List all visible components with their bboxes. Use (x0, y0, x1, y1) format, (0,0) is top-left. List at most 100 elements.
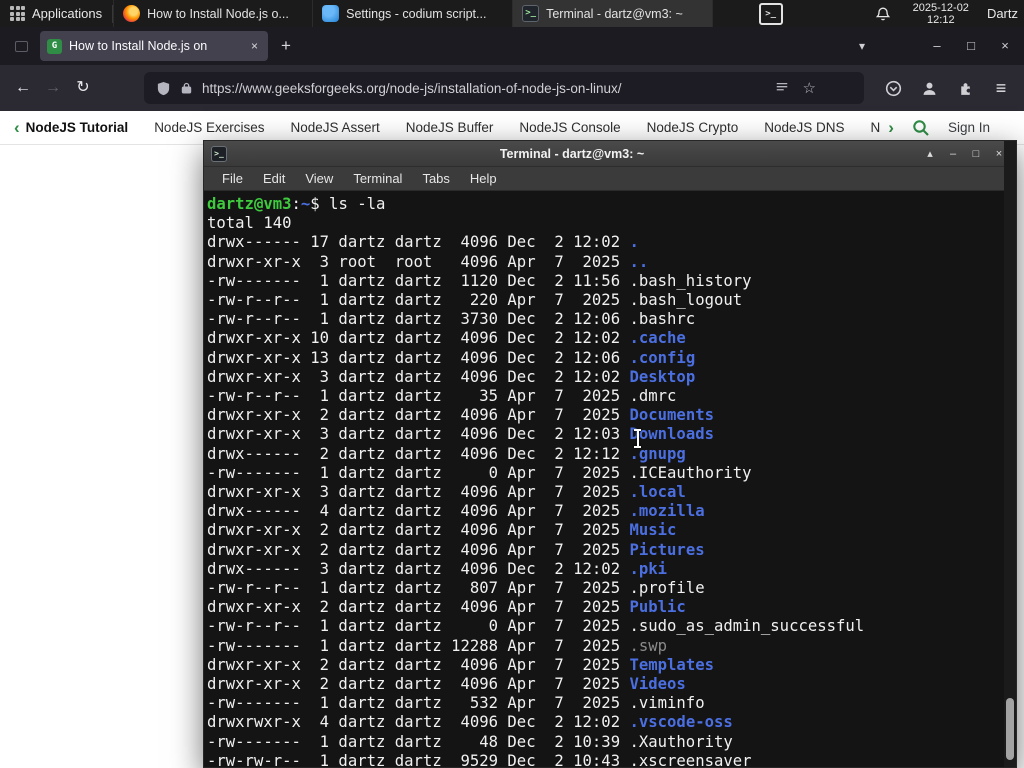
clock-date: 2025-12-02 (912, 1, 969, 14)
terminal-line: -rw------- 1 dartz dartz 0 Apr 7 2025 .I… (207, 463, 752, 482)
terminal-line: -rw------- 1 dartz dartz 48 Dec 2 10:39 … (207, 732, 733, 751)
terminal-line: drwxrwxr-x 4 dartz dartz 4096 Dec 2 12:0… (207, 713, 733, 732)
system-tray: >_ (758, 2, 783, 25)
account-button[interactable] (914, 73, 944, 103)
tray-terminal-icon[interactable]: >_ (758, 2, 783, 25)
search-icon[interactable] (912, 119, 930, 137)
terminal-line: drwxr-xr-x 3 root root 4096 Apr 7 2025 .… (207, 252, 649, 271)
terminal-line: drwx------ 4 dartz dartz 4096 Apr 7 2025… (207, 502, 705, 521)
terminal-titlebar[interactable]: >_ Terminal - dartz@vm3: ~ ▴ – □ × (204, 141, 1016, 167)
browser-tab[interactable]: G How to Install Node.js on × (40, 31, 268, 61)
codium-icon (322, 5, 340, 22)
tab-close-button[interactable]: × (248, 38, 261, 54)
terminal-line: drwxr-xr-x 13 dartz dartz 4096 Dec 2 12:… (207, 348, 696, 367)
clock[interactable]: 2025-12-02 12:12 (913, 2, 969, 26)
terminal-line: drwxr-xr-x 3 dartz dartz 4096 Dec 2 12:0… (207, 425, 714, 444)
account-icon (923, 82, 935, 95)
list-tabs-button[interactable]: ▾ (848, 39, 876, 53)
site-nav-item[interactable]: Node (871, 120, 881, 135)
new-tab-button[interactable]: + (273, 33, 299, 59)
nav-toolbar: ← → ↻ https://www.geeksforgeeks.org/node… (0, 65, 1024, 111)
site-favicon: G (47, 38, 62, 54)
desktop: Applications How to Install Node.js o...… (0, 0, 1024, 768)
extensions-button[interactable] (950, 73, 980, 103)
terminal-menubar: File Edit View Terminal Tabs Help (204, 167, 1016, 191)
applications-menu[interactable]: Applications (0, 0, 112, 27)
extensions-icon (960, 82, 970, 95)
pocket-button[interactable] (878, 73, 908, 103)
taskbar-button-label: How to Install Node.js o... (147, 6, 289, 21)
username: Dartz (986, 6, 1018, 21)
terminal-line: drwx------ 2 dartz dartz 4096 Dec 2 12:1… (207, 444, 686, 463)
chevron-left-icon: ‹ (14, 119, 20, 136)
menu-item-view[interactable]: View (295, 167, 343, 190)
terminal-line: -rw-r--r-- 1 dartz dartz 35 Apr 7 2025 .… (207, 387, 677, 406)
chevron-right-icon[interactable]: › (888, 119, 894, 136)
mouse-cursor (632, 429, 643, 448)
taskbar-button-label: Settings - codium script... (346, 6, 487, 21)
terminal-line: total 140 (207, 214, 292, 233)
url-bar[interactable]: https://www.geeksforgeeks.org/node-js/in… (144, 72, 864, 104)
forward-button[interactable]: → (38, 73, 68, 103)
menu-item-file[interactable]: File (212, 167, 253, 190)
firefox-view-button[interactable] (8, 33, 34, 59)
menu-item-tabs[interactable]: Tabs (412, 167, 459, 190)
shield-icon[interactable] (156, 81, 171, 96)
terminal-line: drwxr-xr-x 2 dartz dartz 4096 Apr 7 2025… (207, 521, 677, 540)
terminal-line: -rw-rw-r-- 1 dartz dartz 9529 Dec 2 10:4… (207, 751, 752, 767)
taskbar-button-firefox[interactable]: How to Install Node.js o... (113, 0, 314, 27)
terminal-line: drwxr-xr-x 2 dartz dartz 4096 Apr 7 2025… (207, 598, 686, 617)
back-button[interactable]: ← (8, 73, 38, 103)
site-nav-item[interactable]: NodeJS Crypto (647, 120, 739, 135)
terminal-line: drwxr-xr-x 10 dartz dartz 4096 Dec 2 12:… (207, 329, 686, 348)
pocket-icon (885, 80, 901, 96)
menu-item-help[interactable]: Help (460, 167, 507, 190)
site-nav-item[interactable]: NodeJS Console (519, 120, 620, 135)
terminal-scrollbar[interactable] (1004, 141, 1016, 767)
applications-label: Applications (32, 6, 103, 21)
terminal-minimize-button[interactable]: – (943, 144, 963, 164)
scrollbar-thumb[interactable] (1006, 698, 1014, 760)
applications-icon (10, 6, 25, 21)
tab-title: How to Install Node.js on (69, 39, 208, 53)
url-text[interactable]: https://www.geeksforgeeks.org/node-js/in… (202, 81, 766, 96)
terminal-line: drwxr-xr-x 2 dartz dartz 4096 Apr 7 2025… (207, 406, 714, 425)
terminal-title: Terminal - dartz@vm3: ~ (499, 146, 645, 161)
reader-mode-icon[interactable] (775, 81, 789, 95)
lock-icon[interactable] (180, 81, 193, 95)
terminal-line: -rw-r--r-- 1 dartz dartz 807 Apr 7 2025 … (207, 579, 705, 598)
menu-item-terminal[interactable]: Terminal (343, 167, 412, 190)
terminal-line: drwxr-xr-x 2 dartz dartz 4096 Apr 7 2025… (207, 540, 705, 559)
site-nav-item[interactable]: NodeJS Buffer (406, 120, 494, 135)
terminal-line: drwxr-xr-x 2 dartz dartz 4096 Apr 7 2025… (207, 675, 686, 694)
terminal-line: drwxr-xr-x 3 dartz dartz 4096 Apr 7 2025… (207, 483, 686, 502)
site-nav-back[interactable]: ‹ NodeJS Tutorial (14, 119, 128, 136)
terminal-line: drwxr-xr-x 3 dartz dartz 4096 Dec 2 12:0… (207, 367, 696, 386)
window-minimize-button[interactable]: – (922, 31, 952, 61)
sign-in-link[interactable]: Sign In (948, 120, 990, 135)
terminal-maximize-button[interactable]: □ (966, 144, 986, 164)
site-nav-item[interactable]: NodeJS Assert (290, 120, 379, 135)
bell-icon (875, 7, 890, 20)
terminal-output[interactable]: dartz@vm3:~$ ls -la total 140 drwx------ 1… (204, 192, 1016, 767)
terminal-line: -rw-r--r-- 1 dartz dartz 220 Apr 7 2025 … (207, 291, 743, 310)
site-nav-item[interactable]: NodeJS Exercises (154, 120, 264, 135)
notifications-button[interactable] (875, 6, 891, 22)
window-close-button[interactable]: × (990, 31, 1020, 61)
taskbar-button-settings[interactable]: Settings - codium script... (313, 0, 514, 27)
terminal-line: drwxr-xr-x 2 dartz dartz 4096 Apr 7 2025… (207, 655, 714, 674)
menu-item-edit[interactable]: Edit (253, 167, 295, 190)
site-nav-item[interactable]: NodeJS DNS (764, 120, 844, 135)
terminal-line: -rw-r--r-- 1 dartz dartz 3730 Dec 2 12:0… (207, 310, 696, 329)
reload-button[interactable]: ↻ (68, 73, 98, 103)
terminal-line: drwx------ 3 dartz dartz 4096 Dec 2 12:0… (207, 559, 668, 578)
top-panel: Applications How to Install Node.js o...… (0, 0, 1024, 27)
clock-time: 12:12 (927, 13, 955, 26)
menu-button[interactable]: ≡ (986, 73, 1016, 103)
taskbar-button-terminal[interactable]: >_ Terminal - dartz@vm3: ~ (513, 0, 714, 27)
bookmark-star-icon[interactable]: ☆ (803, 79, 816, 97)
terminal-line: dartz@vm3:~$ ls -la (207, 195, 386, 213)
window-maximize-button[interactable]: □ (956, 31, 986, 61)
firefox-icon (123, 5, 141, 22)
terminal-shade-button[interactable]: ▴ (920, 144, 940, 164)
